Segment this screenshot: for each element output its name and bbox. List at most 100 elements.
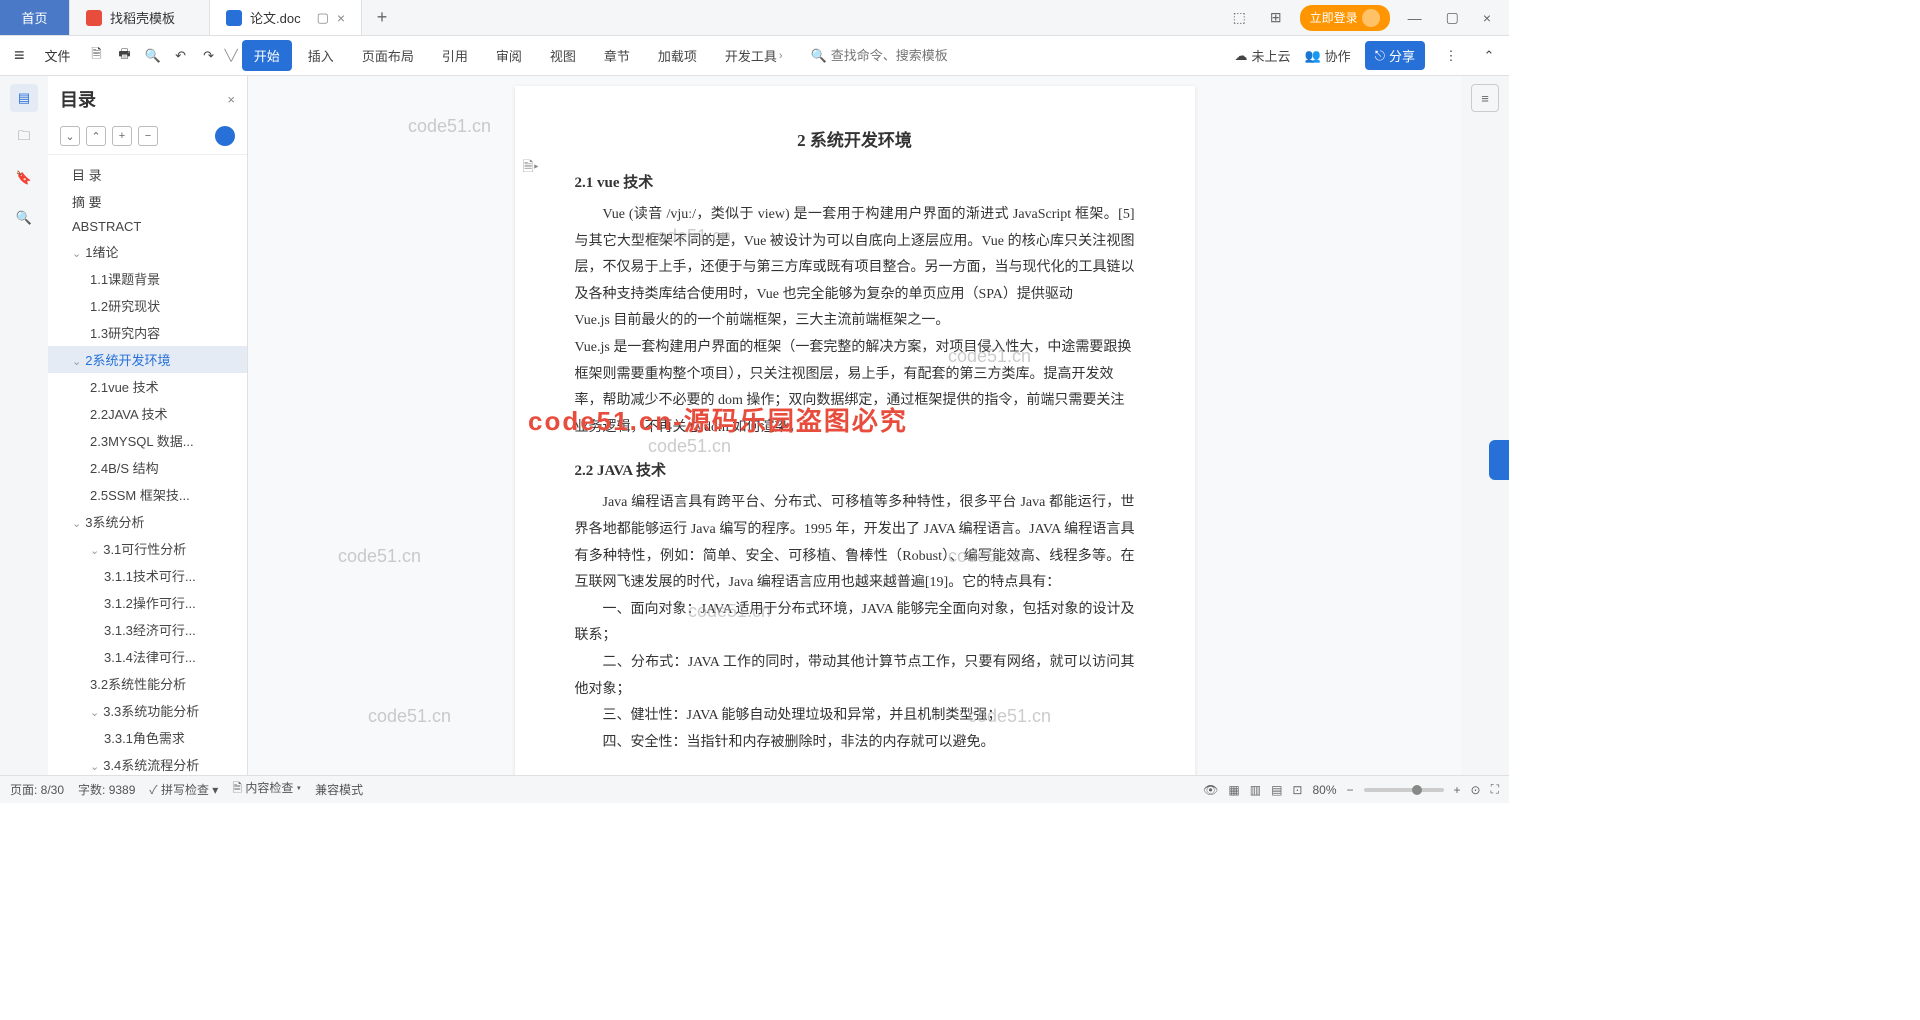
outline-item[interactable]: 3.2系统性能分析 xyxy=(48,670,247,697)
outline-item[interactable]: 1绪论 xyxy=(48,238,247,265)
outline-item[interactable]: 2.1vue 技术 xyxy=(48,373,247,400)
template-tab[interactable]: 找稻壳模板 xyxy=(70,0,210,35)
plus-tool[interactable]: + xyxy=(112,126,132,146)
right-panel-toggle-icon[interactable]: ≡ xyxy=(1471,84,1499,112)
outline-item[interactable]: 3.3.1角色需求 xyxy=(48,724,247,751)
fullscreen-icon[interactable]: ⛶ xyxy=(1491,782,1499,797)
maximize-button[interactable]: ▢ xyxy=(1440,9,1465,26)
sync-tool[interactable] xyxy=(215,126,235,146)
content-check[interactable]: 🗎 内容检查 ▾ xyxy=(232,779,301,800)
tab-insert[interactable]: 插入 xyxy=(296,40,346,71)
tab-reference[interactable]: 引用 xyxy=(430,40,480,71)
expand-up-tool[interactable]: ⌃ xyxy=(86,126,106,146)
outline-item[interactable]: ABSTRACT xyxy=(48,215,247,238)
paragraph: Vue (读音 /vjuː/，类似于 view) 是一套用于构建用户界面的渐进式… xyxy=(575,202,1135,308)
fit-icon[interactable]: ⊙ xyxy=(1471,783,1481,797)
avatar-icon xyxy=(1362,9,1380,27)
menu-icon[interactable]: ≡ xyxy=(8,45,31,66)
view-mode-3-icon[interactable]: ▤ xyxy=(1271,783,1282,797)
zoom-out-icon[interactable]: − xyxy=(1347,783,1354,797)
outline-close-icon[interactable]: × xyxy=(227,92,235,107)
clipboard-rail-icon[interactable]: 🗀 xyxy=(10,124,38,152)
zoom-slider[interactable] xyxy=(1364,788,1444,792)
collapse-ribbon-icon[interactable]: ⌃ xyxy=(1477,44,1501,68)
outline-item[interactable]: 3.4系统流程分析 xyxy=(48,751,247,775)
close-window-button[interactable]: × xyxy=(1477,10,1497,26)
popout-icon[interactable]: ▢ xyxy=(317,10,329,26)
preview-icon[interactable]: 🔍 xyxy=(141,44,165,68)
minimize-button[interactable]: — xyxy=(1402,10,1428,26)
print-icon[interactable]: 🖶 xyxy=(113,44,137,68)
outline-item[interactable]: 1.3研究内容 xyxy=(48,319,247,346)
template-icon xyxy=(86,10,102,26)
outline-item[interactable]: 3.1.1技术可行... xyxy=(48,562,247,589)
new-tab-button[interactable]: + xyxy=(362,0,402,35)
view-mode-2-icon[interactable]: ▥ xyxy=(1250,783,1261,797)
cloud-status[interactable]: ☁未上云 xyxy=(1234,46,1290,65)
outline-item[interactable]: 2.4B/S 结构 xyxy=(48,454,247,481)
home-tab[interactable]: 首页 xyxy=(0,0,70,35)
outline-rail-icon[interactable]: ▤ xyxy=(10,84,38,112)
share-icon: ⎋ xyxy=(1375,48,1385,64)
side-pull-tab[interactable] xyxy=(1489,440,1509,480)
outline-item[interactable]: 摘 要 xyxy=(48,188,247,215)
layout-icon[interactable]: ⬚ xyxy=(1227,9,1252,26)
search-rail-icon[interactable]: 🔍 xyxy=(10,204,38,232)
outline-item[interactable]: 2.3MYSQL 数据... xyxy=(48,427,247,454)
tab-section[interactable]: 章节 xyxy=(592,40,642,71)
undo-icon[interactable]: ↶ xyxy=(169,44,193,68)
more-icon[interactable]: ⋮ xyxy=(1439,44,1463,68)
outline-item[interactable]: 目 录 xyxy=(48,161,247,188)
outline-item[interactable]: 3.3系统功能分析 xyxy=(48,697,247,724)
outline-item[interactable]: 2.5SSM 框架技... xyxy=(48,481,247,508)
tab-review[interactable]: 审阅 xyxy=(484,40,534,71)
outline-item[interactable]: 3.1.2操作可行... xyxy=(48,589,247,616)
outline-item[interactable]: 2系统开发环境 xyxy=(48,346,247,373)
page-comment-icon[interactable]: 🗎▸ xyxy=(523,156,539,180)
outline-item[interactable]: 1.2研究现状 xyxy=(48,292,247,319)
zoom-level[interactable]: 80% xyxy=(1312,783,1336,797)
minus-tool[interactable]: − xyxy=(138,126,158,146)
page-indicator[interactable]: 页面: 8/30 xyxy=(10,781,64,798)
outline-panel: 目录 × ⌄ ⌃ + − 目 录摘 要ABSTRACT1绪论1.1课题背景1.2… xyxy=(48,76,248,775)
outline-item[interactable]: 3.1.4法律可行... xyxy=(48,643,247,670)
chevron-down-icon[interactable]: ╲╱ xyxy=(225,49,238,62)
eye-icon[interactable]: 👁 xyxy=(1203,783,1218,797)
view-mode-1-icon[interactable]: ▦ xyxy=(1228,783,1239,797)
file-menu[interactable]: 文件 xyxy=(35,40,81,71)
collab-button[interactable]: 👥协作 xyxy=(1304,46,1350,65)
tab-dev-tools[interactable]: 开发工具› xyxy=(713,40,795,71)
paragraph: 二、分布式：JAVA 工作的同时，带动其他计算节点工作，只要有网络，就可以访问其… xyxy=(575,650,1135,703)
paragraph: Vue.js 是一套构建用户界面的框架（一套完整的解决方案，对项目侵入性大，中途… xyxy=(575,335,1135,441)
outline-item[interactable]: 3.1可行性分析 xyxy=(48,535,247,562)
left-sidebar-rail: ▤ 🗀 🔖 🔍 xyxy=(0,76,48,775)
outline-item[interactable]: 1.1课题背景 xyxy=(48,265,247,292)
paragraph: Vue.js 目前最火的的一个前端框架，三大主流前端框架之一。 xyxy=(575,308,1135,335)
command-search[interactable]: 🔍 xyxy=(811,48,971,64)
compat-mode[interactable]: 兼容模式 xyxy=(315,781,363,798)
bookmark-rail-icon[interactable]: 🔖 xyxy=(10,164,38,192)
outline-item[interactable]: 2.2JAVA 技术 xyxy=(48,400,247,427)
tab-addons[interactable]: 加载项 xyxy=(646,40,709,71)
window-tabs-bar: 首页 找稻壳模板 论文.doc▢× + ⬚ ⊞ 立即登录 — ▢ × xyxy=(0,0,1509,36)
zoom-in-icon[interactable]: + xyxy=(1454,783,1461,797)
tab-view[interactable]: 视图 xyxy=(538,40,588,71)
document-tab[interactable]: 论文.doc▢× xyxy=(210,0,362,35)
search-input[interactable] xyxy=(831,48,971,63)
spell-check[interactable]: ✓ 拼写检查 ▾ xyxy=(149,781,218,798)
word-count[interactable]: 字数: 9389 xyxy=(78,781,135,798)
save-icon[interactable]: 🗎 xyxy=(85,44,109,68)
view-mode-4-icon[interactable]: ⊡ xyxy=(1292,783,1302,797)
outline-item[interactable]: 3系统分析 xyxy=(48,508,247,535)
tab-start[interactable]: 开始 xyxy=(242,40,292,71)
collapse-tool[interactable]: ⌄ xyxy=(60,126,80,146)
outline-item[interactable]: 3.1.3经济可行... xyxy=(48,616,247,643)
share-button[interactable]: ⎋分享 xyxy=(1365,41,1425,70)
login-button[interactable]: 立即登录 xyxy=(1300,5,1390,31)
document-area[interactable]: 🗎▸ 2 系统开发环境 2.1 vue 技术 Vue (读音 /vjuː/，类似… xyxy=(248,76,1461,775)
close-icon[interactable]: × xyxy=(337,10,345,26)
tab-page-layout[interactable]: 页面布局 xyxy=(350,40,426,71)
redo-icon[interactable]: ↷ xyxy=(197,44,221,68)
content-icon: 🗎 xyxy=(232,781,242,795)
apps-icon[interactable]: ⊞ xyxy=(1264,9,1288,26)
